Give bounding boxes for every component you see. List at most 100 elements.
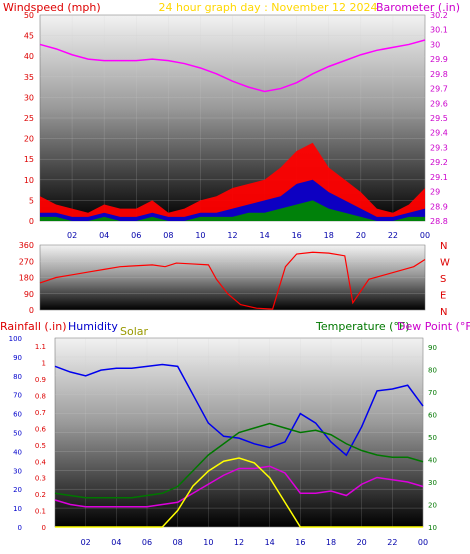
humidity-tick-label: 100 [9,335,22,343]
wind-time-label: 10 [195,231,205,240]
climate-time-label: 22 [387,538,397,547]
rain-tick-label: 0 [42,524,46,532]
temperature-tick-label: 20 [428,502,437,510]
rainfall-label: Rainfall (.in) [0,320,67,333]
barometer-tick-label: 30.1 [430,26,448,35]
climate-time-label: 02 [81,538,91,547]
humidity-tick-label: 0 [18,524,22,532]
barometer-tick-label: 29.9 [430,55,448,64]
wind-tick-label: 20 [24,135,34,144]
wind-tick-label: 5 [29,196,34,205]
compass-label: N [440,307,447,318]
rain-tick-label: 0.1 [35,508,46,516]
wind-time-label: 02 [67,231,77,240]
climate-time-label: 14 [265,538,275,547]
direction-tick-label: 0 [29,306,34,315]
barometer-tick-label: 28.9 [430,202,448,211]
chart-title: 24 hour graph day : November 12 2024 [158,1,377,14]
barometer-tick-label: 28.8 [430,217,448,226]
wind-time-label: 12 [227,231,237,240]
compass-label: N [440,241,447,252]
barometer-tick-label: 29.4 [430,129,448,138]
compass-label: W [440,258,450,269]
rain-tick-label: 1.1 [35,343,46,351]
rain-tick-label: 0.6 [35,425,47,433]
climate-time-label: 16 [295,538,305,547]
humidity-label: Humidity [68,320,118,333]
rain-tick-label: 1 [42,360,46,368]
rain-tick-label: 0.4 [35,458,47,466]
windspeed-label: Windspeed (mph) [3,1,101,14]
climate-time-label: 12 [234,538,244,547]
barometer-tick-label: 29.5 [430,114,448,123]
barometer-tick-label: 29.8 [430,70,448,79]
wind-time-label: 08 [163,231,173,240]
humidity-tick-label: 10 [13,505,22,513]
wind-time-label: 06 [131,231,141,240]
temperature-tick-label: 50 [428,434,437,442]
barometer-tick-label: 29 [430,188,440,197]
wind-tick-label: 45 [24,32,34,41]
temperature-tick-label: 90 [428,344,437,352]
humidity-tick-label: 90 [13,354,22,362]
temperature-tick-label: 40 [428,457,437,465]
solar-label: Solar [120,325,149,338]
wind-time-label: 00 [420,231,430,240]
wind-time-label: 04 [99,231,109,240]
temperature-tick-label: 30 [428,479,437,487]
barometer-tick-label: 29.2 [430,158,448,167]
weather-graphs: Windspeed (mph) 24 hour graph day : Nove… [0,1,470,547]
climate-time-label: 04 [111,538,121,547]
barometer-tick-label: 29.6 [430,99,448,108]
barometer-tick-label: 29.1 [430,173,448,182]
barometer-tick-label: 29.3 [430,143,448,152]
rain-tick-label: 0.3 [35,475,46,483]
temperature-tick-label: 60 [428,412,437,420]
wind-tick-label: 10 [24,176,34,185]
direction-tick-label: 270 [19,257,34,266]
wind-tick-label: 0 [29,217,34,226]
humidity-tick-label: 60 [13,411,22,419]
climate-time-label: 00 [418,538,428,547]
rain-tick-label: 0.7 [35,409,46,417]
wind-tick-label: 30 [24,93,34,102]
temperature-tick-label: 70 [428,389,437,397]
temperature-tick-label: 80 [428,367,437,375]
climate-time-label: 20 [357,538,367,547]
wind-time-label: 18 [324,231,334,240]
humidity-tick-label: 40 [13,448,22,456]
rain-tick-label: 0.8 [35,393,46,401]
climate-time-label: 10 [203,538,213,547]
barometer-tick-label: 29.7 [430,85,448,94]
humidity-tick-label: 50 [13,430,22,438]
compass-label: S [440,274,446,285]
wind-time-label: 14 [259,231,269,240]
wind-tick-label: 40 [24,52,34,61]
humidity-tick-label: 20 [13,486,22,494]
wind-tick-label: 25 [24,114,34,123]
direction-tick-label: 180 [19,274,34,283]
humidity-tick-label: 30 [13,467,22,475]
compass-label: E [440,291,446,302]
climate-time-label: 18 [326,538,336,547]
dew-point-label: Dew Point (°F) [397,320,470,333]
barometer-tick-label: 30 [430,40,440,49]
wind-time-label: 16 [292,231,302,240]
climate-time-label: 06 [142,538,152,547]
wind-tick-label: 35 [24,73,34,82]
climate-time-label: 08 [173,538,183,547]
humidity-tick-label: 80 [13,373,22,381]
barometer-tick-label: 30.2 [430,11,448,20]
humidity-tick-label: 70 [13,392,22,400]
direction-tick-label: 360 [19,241,34,250]
temperature-tick-label: 10 [428,524,437,532]
temperature-label: Temperature (°F) [315,320,410,333]
rain-tick-label: 0.5 [35,442,46,450]
wind-tick-label: 50 [24,11,34,20]
rain-tick-label: 0.9 [35,376,46,384]
rain-tick-label: 0.2 [35,491,46,499]
wind-time-label: 22 [388,231,398,240]
wind-time-label: 20 [356,231,366,240]
direction-tick-label: 90 [24,290,34,299]
wind-tick-label: 15 [24,155,34,164]
